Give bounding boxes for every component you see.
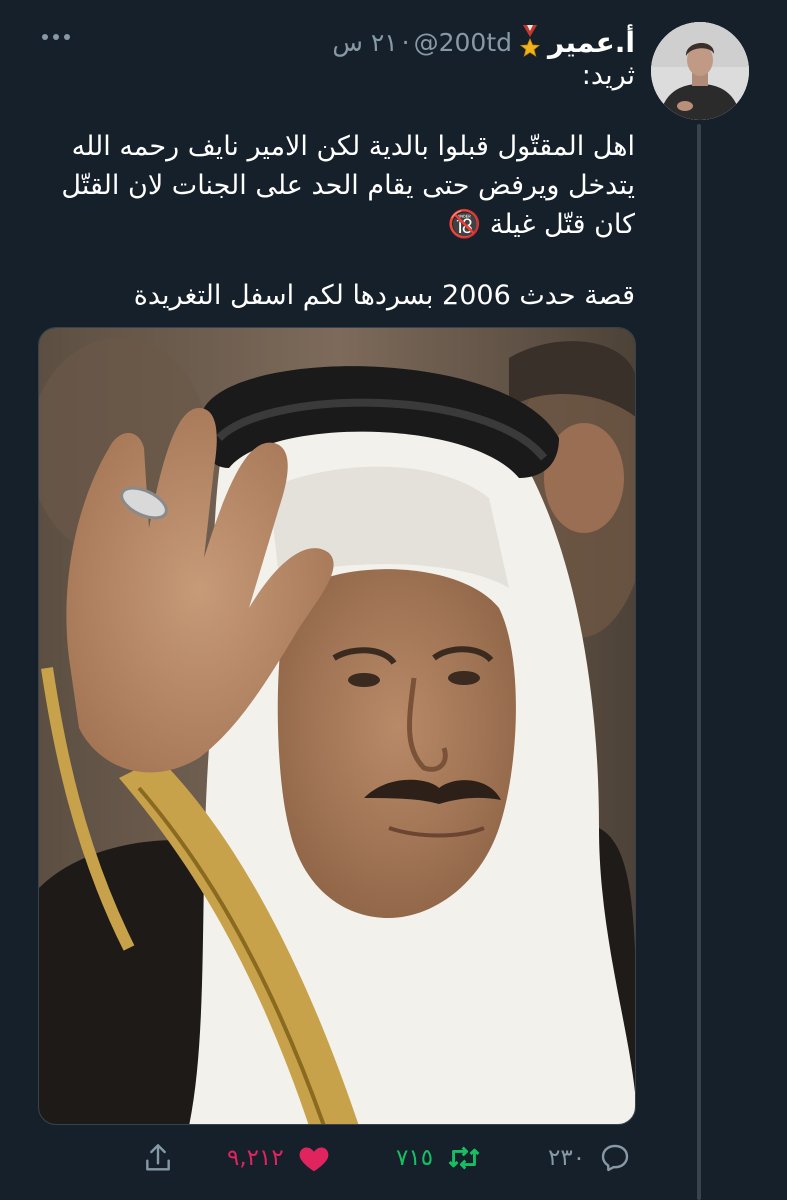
share-action[interactable] [143,1138,173,1178]
avatar-photo [651,22,749,120]
share-icon[interactable] [143,1142,173,1174]
tweet-header: أ.عمير @200td · ٢١ س [75,22,635,62]
like-action[interactable]: ٩,٢١٢ [227,1138,330,1178]
tweet-text-line-1: اهل المقتّول قبلوا بالدية لكن الامير ناي… [71,131,635,162]
separator-dot: · [401,27,410,57]
tweet-text-line-4: قصة حدث 2006 بسردها لكم اسفل التغريدة [133,280,635,311]
military-medal-icon [518,25,542,59]
reply-icon[interactable] [599,1142,631,1174]
tweet[interactable]: أ.عمير @200td · ٢١ س ثريد: اهل المقتّول … [0,0,787,1200]
retweet-count: ٧١٥ [396,1145,434,1171]
thread-label: ثريد: [581,60,635,91]
retweet-icon[interactable] [447,1142,481,1174]
thread-line [697,124,701,1200]
retweet-action[interactable]: ٧١٥ [396,1138,481,1178]
author-handle[interactable]: @200td [414,28,512,57]
tweet-photo[interactable] [38,327,636,1125]
tweet-text-line-2: يتدخل ويرفض حتى يقام الحد على الجنات لان… [61,170,635,201]
photo-illustration [39,328,635,1124]
author-name[interactable]: أ.عمير [548,26,635,59]
like-count: ٩,٢١٢ [227,1145,284,1171]
heart-icon[interactable] [298,1143,330,1173]
more-options-icon[interactable] [40,26,72,46]
avatar[interactable] [651,22,749,120]
reply-count: ٢٣٠ [548,1145,586,1171]
timestamp[interactable]: ٢١ س [332,28,397,57]
reply-action[interactable]: ٢٣٠ [548,1138,631,1178]
tweet-text-line-3: كان قتّل غيلة 🔞 [447,209,635,240]
